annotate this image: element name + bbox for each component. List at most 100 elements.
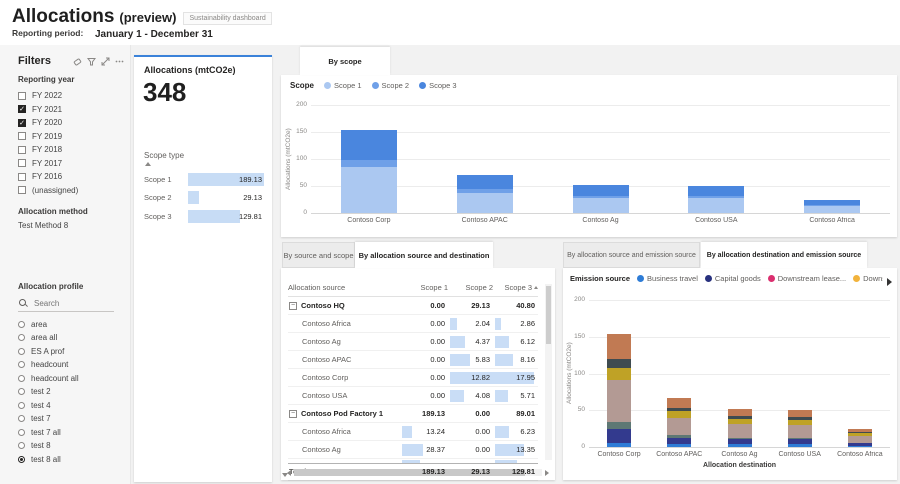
table-row[interactable]: Contoso Africa13.240.006.23 bbox=[288, 423, 538, 441]
collapse-icon[interactable]: − bbox=[289, 410, 297, 418]
bar-segment[interactable] bbox=[341, 160, 397, 167]
radio-icon[interactable] bbox=[18, 456, 25, 463]
checkbox-icon[interactable] bbox=[18, 146, 26, 154]
bar-contoso-apac[interactable] bbox=[457, 175, 513, 213]
scrollbar-thumb[interactable] bbox=[546, 286, 551, 344]
tab-by-source-and-scope[interactable]: By source and scope bbox=[282, 242, 355, 268]
reporting-year-option[interactable]: ✓FY 2021 bbox=[18, 103, 124, 116]
allocation-profile-option[interactable]: test 7 bbox=[18, 412, 124, 425]
reporting-year-option[interactable]: ✓FY 2020 bbox=[18, 116, 124, 129]
legend-item[interactable]: Business travel bbox=[637, 274, 698, 283]
table-row[interactable]: Contoso Africa0.002.042.86 bbox=[288, 315, 538, 333]
checkbox-icon[interactable] bbox=[18, 159, 26, 167]
legend-item[interactable]: Downstream lease... bbox=[768, 274, 846, 283]
reporting-year-option[interactable]: FY 2017 bbox=[18, 157, 124, 170]
bar-segment[interactable] bbox=[607, 443, 631, 447]
search-input[interactable] bbox=[32, 298, 116, 309]
bar-segment[interactable] bbox=[788, 425, 812, 438]
collapse-icon[interactable]: − bbox=[289, 302, 297, 310]
horizontal-scrollbar[interactable] bbox=[287, 468, 549, 477]
allocation-profile-option[interactable]: test 8 bbox=[18, 439, 124, 452]
eraser-icon[interactable] bbox=[73, 57, 82, 66]
bar-segment[interactable] bbox=[573, 185, 629, 196]
legend-item[interactable]: Scope 2 bbox=[372, 81, 410, 90]
bar-segment[interactable] bbox=[341, 130, 397, 160]
legend-item[interactable]: Scope 3 bbox=[419, 81, 457, 90]
reporting-year-option[interactable]: FY 2022 bbox=[18, 89, 124, 102]
allocation-profile-option[interactable]: test 2 bbox=[18, 385, 124, 398]
checkbox-icon[interactable]: ✓ bbox=[18, 119, 26, 127]
radio-icon[interactable] bbox=[18, 321, 25, 328]
allocation-profile-option[interactable]: headcount all bbox=[18, 372, 124, 385]
checkbox-icon[interactable] bbox=[18, 92, 26, 100]
bar-segment[interactable] bbox=[728, 409, 752, 416]
radio-icon[interactable] bbox=[18, 334, 25, 341]
radio-icon[interactable] bbox=[18, 442, 25, 449]
bar-segment[interactable] bbox=[607, 422, 631, 429]
checkbox-icon[interactable] bbox=[18, 186, 26, 194]
bar-segment[interactable] bbox=[848, 446, 872, 448]
reporting-year-option[interactable]: (unassigned) bbox=[18, 184, 124, 197]
bar-segment[interactable] bbox=[728, 444, 752, 447]
bar-segment[interactable] bbox=[457, 175, 513, 189]
legend-scroll-right-icon[interactable] bbox=[887, 278, 892, 286]
bar-segment[interactable] bbox=[688, 186, 744, 196]
tab-by-allocation-destination-and-emission-source[interactable]: By allocation destination and emission s… bbox=[701, 242, 867, 268]
scroll-right-icon[interactable] bbox=[545, 470, 549, 476]
bar-segment[interactable] bbox=[457, 193, 513, 214]
tab-by-scope[interactable]: By scope bbox=[300, 47, 390, 75]
scope-type-row[interactable]: Scope 229.13 bbox=[144, 189, 264, 208]
table-row[interactable]: Contoso Ag0.004.376.12 bbox=[288, 333, 538, 351]
checkbox-icon[interactable] bbox=[18, 132, 26, 140]
column-scope-1[interactable]: Scope 1 bbox=[400, 280, 448, 296]
bar-segment[interactable] bbox=[573, 198, 629, 213]
bar-contoso-usa[interactable] bbox=[688, 186, 744, 213]
radio-icon[interactable] bbox=[18, 415, 25, 422]
reporting-year-option[interactable]: FY 2019 bbox=[18, 130, 124, 143]
checkbox-icon[interactable]: ✓ bbox=[18, 105, 26, 113]
bar-segment[interactable] bbox=[728, 424, 752, 437]
allocation-profile-option[interactable]: area all bbox=[18, 331, 124, 344]
legend-item[interactable]: Downstream lea... bbox=[853, 274, 883, 283]
allocation-profile-search[interactable] bbox=[18, 296, 114, 312]
bar-contoso-africa[interactable] bbox=[848, 429, 872, 447]
bar-segment[interactable] bbox=[848, 436, 872, 443]
legend-item[interactable]: Capital goods bbox=[705, 274, 761, 283]
bar-contoso-corp[interactable] bbox=[607, 334, 631, 447]
bar-segment[interactable] bbox=[667, 418, 691, 435]
table-row[interactable]: Contoso Corp0.0012.8217.95 bbox=[288, 369, 538, 387]
bar-segment[interactable] bbox=[607, 368, 631, 380]
bar-segment[interactable] bbox=[607, 380, 631, 422]
bar-contoso-ag[interactable] bbox=[728, 409, 752, 447]
radio-icon[interactable] bbox=[18, 361, 25, 368]
allocation-profile-option[interactable]: area bbox=[18, 318, 124, 331]
table-row[interactable]: Contoso APAC0.005.838.16 bbox=[288, 351, 538, 369]
reporting-year-option[interactable]: FY 2018 bbox=[18, 143, 124, 156]
scope-type-row[interactable]: Scope 3129.81 bbox=[144, 207, 264, 226]
bar-segment[interactable] bbox=[804, 206, 860, 213]
radio-icon[interactable] bbox=[18, 429, 25, 436]
bar-segment[interactable] bbox=[667, 398, 691, 408]
bar-contoso-corp[interactable] bbox=[341, 130, 397, 213]
column-scope-3[interactable]: Scope 3 bbox=[493, 280, 538, 296]
bar-segment[interactable] bbox=[341, 167, 397, 213]
table-row[interactable]: −Contoso HQ0.0029.1340.80 bbox=[288, 297, 538, 315]
bar-contoso-africa[interactable] bbox=[804, 200, 860, 213]
bar-contoso-usa[interactable] bbox=[788, 410, 812, 447]
bar-segment[interactable] bbox=[688, 198, 744, 213]
bar-segment[interactable] bbox=[788, 444, 812, 447]
bar-segment[interactable] bbox=[607, 359, 631, 369]
bar-segment[interactable] bbox=[667, 438, 691, 445]
radio-icon[interactable] bbox=[18, 348, 25, 355]
more-options-icon[interactable] bbox=[115, 57, 124, 66]
radio-icon[interactable] bbox=[18, 388, 25, 395]
tab-by-allocation-source-and-emission-source[interactable]: By allocation source and emission source bbox=[563, 242, 700, 268]
allocation-profile-option[interactable]: ES A prof bbox=[18, 345, 124, 358]
scope-type-header[interactable]: Scope type bbox=[144, 151, 264, 160]
column-scope-2[interactable]: Scope 2 bbox=[448, 280, 493, 296]
radio-icon[interactable] bbox=[18, 402, 25, 409]
reporting-year-option[interactable]: FY 2016 bbox=[18, 170, 124, 183]
allocation-profile-option[interactable]: test 4 bbox=[18, 399, 124, 412]
filter-funnel-icon[interactable] bbox=[87, 57, 96, 66]
checkbox-icon[interactable] bbox=[18, 173, 26, 181]
